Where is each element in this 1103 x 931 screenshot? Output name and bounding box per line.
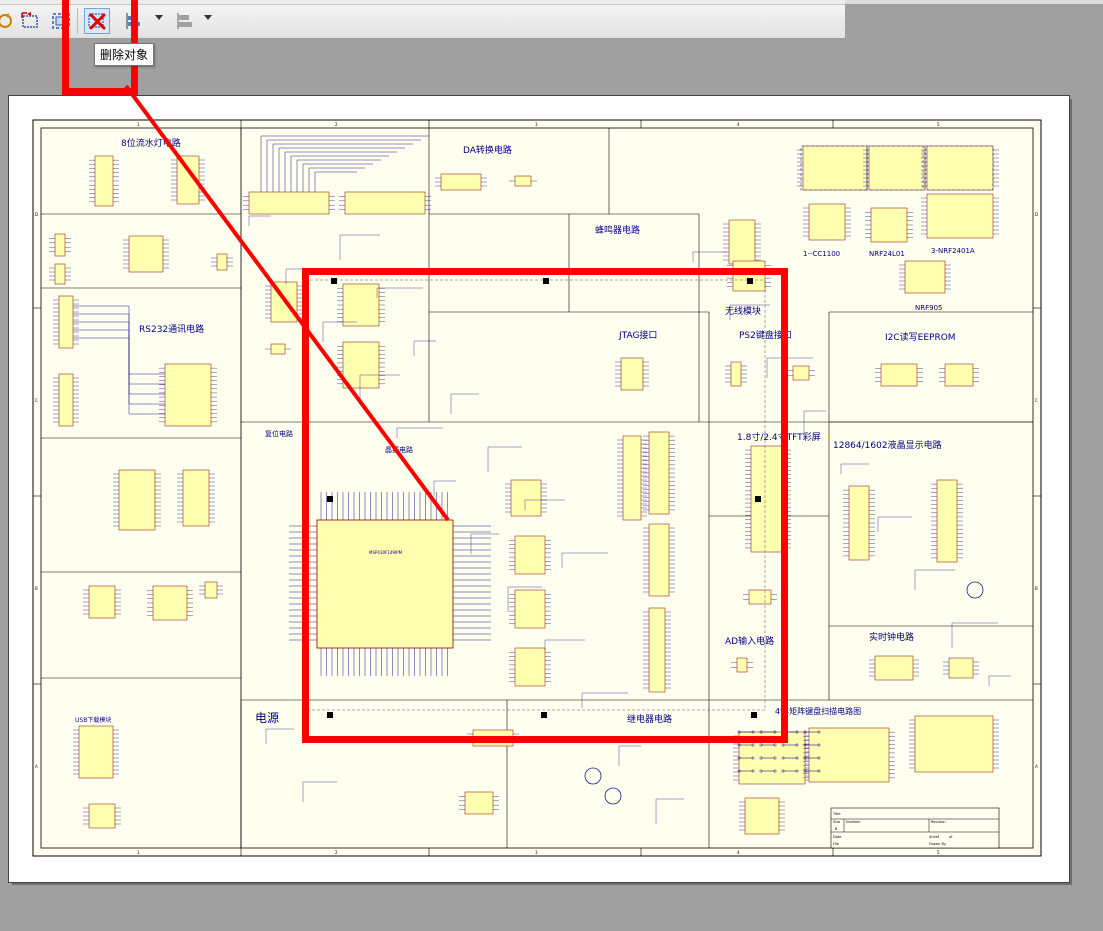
highlight-connector-line	[124, 84, 450, 522]
delete-object-tooltip: 删除对象	[94, 43, 155, 66]
